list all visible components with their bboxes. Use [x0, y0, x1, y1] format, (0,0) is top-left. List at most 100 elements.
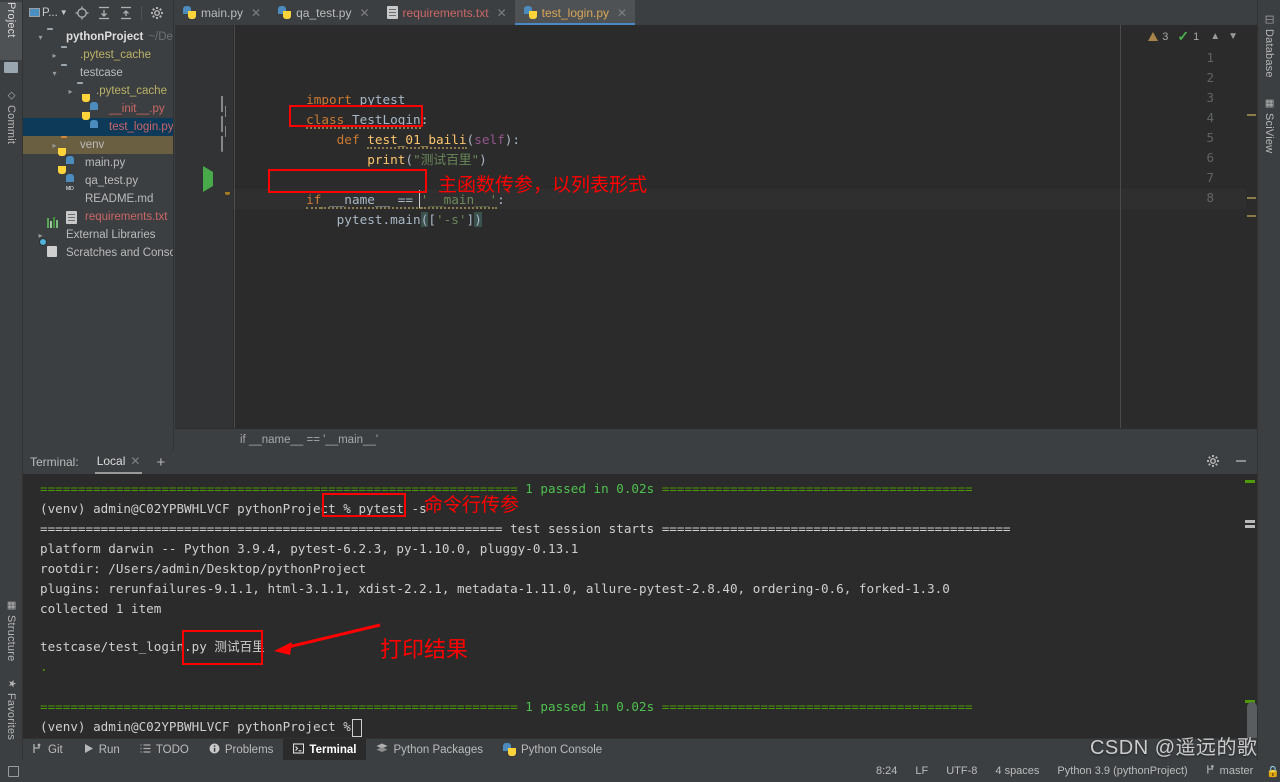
terminal-header: Terminal: Local ✕ +: [22, 450, 1258, 474]
scroll-marker[interactable]: [1247, 197, 1256, 199]
term-result-line: testcase/test_login.py 测试百里: [40, 639, 265, 654]
project-tree: pythonProject ~/De .pytest_cache testcas…: [22, 25, 173, 262]
tab-label: requirements.txt: [402, 5, 489, 20]
indent-setting[interactable]: 4 spaces: [986, 765, 1048, 777]
lock-icon[interactable]: 🔒: [1266, 765, 1280, 778]
terminal-scroll-marker[interactable]: [1245, 520, 1255, 523]
tree-node-scratches[interactable]: Scratches and Conso: [22, 238, 173, 262]
bottom-item-python-packages[interactable]: Python Packages: [366, 739, 493, 761]
markdown-file-icon: [66, 192, 81, 206]
run-gutter-icon[interactable]: [203, 166, 213, 192]
anno-result-arrow: [274, 623, 381, 655]
bottom-item-label: Python Packages: [393, 743, 483, 756]
close-icon[interactable]: ✕: [251, 6, 261, 20]
code-editor[interactable]: 1 2 3 4 5 6 7 8 import pytest class Test…: [175, 25, 1258, 428]
inspection-widget[interactable]: 3 ✓ 1 ▲ ▼: [1148, 28, 1240, 45]
terminal-title: Terminal:: [30, 455, 79, 469]
caret-position[interactable]: 8:24: [867, 765, 906, 777]
green-check-icon: ✓: [1177, 28, 1190, 44]
folder-icon: [61, 48, 76, 62]
tree-node-init-py[interactable]: __init__.py: [22, 100, 173, 118]
tree-node-qa-test-py[interactable]: qa_test.py: [22, 172, 173, 190]
terminal-icon: [293, 742, 305, 757]
scroll-marker[interactable]: [1247, 114, 1256, 116]
folder-icon: [47, 30, 62, 44]
tab-main-py[interactable]: main.py ✕: [174, 0, 269, 25]
tree-node-label: .pytest_cache: [80, 49, 151, 61]
python-console-icon: [503, 743, 516, 756]
sidebar-item-structure[interactable]: ▦ Structure: [0, 600, 22, 672]
close-icon[interactable]: ✕: [497, 6, 507, 20]
collapse-all-icon[interactable]: [115, 2, 137, 24]
term-session-header: ========================================…: [40, 521, 1011, 536]
toolbar-divider: [140, 5, 142, 20]
sidebar-item-favorites[interactable]: ★ Favorites: [0, 678, 22, 754]
file-encoding[interactable]: UTF-8: [937, 765, 986, 777]
minimize-icon[interactable]: [1234, 454, 1248, 471]
python-file-icon: [523, 6, 537, 19]
terminal-tab-local[interactable]: Local ✕: [94, 450, 143, 474]
git-branch-widget[interactable]: master: [1197, 764, 1263, 778]
editor-right-divider: [1120, 25, 1121, 428]
tree-node-testcase[interactable]: testcase: [22, 64, 173, 82]
chevron-down-icon[interactable]: ▼: [1226, 31, 1240, 42]
chevron-right-icon[interactable]: [48, 51, 61, 60]
window-icon[interactable]: [8, 765, 19, 777]
sidebar-item-database[interactable]: ◫ Database: [1258, 14, 1280, 86]
tree-node-venv[interactable]: venv: [22, 136, 173, 154]
sidebar-item-sciview[interactable]: ▦ SciView: [1258, 98, 1280, 166]
fold-marker-class[interactable]: [221, 96, 223, 112]
gear-icon[interactable]: [1206, 454, 1220, 471]
fold-marker-end[interactable]: [221, 136, 223, 152]
tree-node-pythonProject[interactable]: pythonProject ~/De: [22, 28, 173, 46]
chevron-up-icon[interactable]: ▲: [1208, 31, 1222, 42]
tree-node-readme-md[interactable]: README.md: [22, 190, 173, 208]
tab-qa-test-py[interactable]: qa_test.py ✕: [269, 0, 377, 25]
line-separator[interactable]: LF: [906, 765, 937, 777]
close-icon[interactable]: ✕: [617, 6, 627, 20]
close-icon[interactable]: ✕: [359, 6, 369, 20]
terminal-scroll-marker[interactable]: [1245, 525, 1255, 528]
bottom-item-problems[interactable]: Problems: [199, 739, 284, 761]
tree-node-testcase-pytest-cache[interactable]: .pytest_cache: [22, 82, 173, 100]
tree-node-requirements-txt[interactable]: requirements.txt: [22, 208, 173, 226]
new-terminal-button[interactable]: +: [156, 455, 165, 470]
tree-node-pytest-cache[interactable]: .pytest_cache: [22, 46, 173, 64]
bottom-item-git[interactable]: Git: [22, 739, 73, 761]
term-sep: ========================================…: [654, 699, 973, 714]
warning-count: 3: [1162, 30, 1169, 43]
fold-marker-method[interactable]: [221, 116, 223, 132]
breadcrumb[interactable]: if __name__ == '__main__': [175, 428, 1258, 450]
branch-label: master: [1219, 765, 1254, 777]
bottom-item-todo[interactable]: TODO: [130, 739, 199, 761]
settings-gear-icon[interactable]: [146, 2, 168, 24]
tab-requirements-txt[interactable]: requirements.txt ✕: [378, 0, 515, 25]
chevron-down-icon[interactable]: [34, 33, 47, 42]
bottom-item-run[interactable]: Run: [73, 739, 130, 761]
tree-node-main-py[interactable]: main.py: [22, 154, 173, 172]
tab-test-login-py[interactable]: test_login.py ✕: [514, 0, 636, 25]
close-icon[interactable]: ✕: [130, 454, 140, 468]
sidebar-item-project[interactable]: Project: [0, 2, 22, 60]
terminal-scrollbar[interactable]: [1244, 474, 1258, 744]
editor-text-area[interactable]: import pytest class TestLogin: def test_…: [233, 25, 1258, 428]
editor-gutter: [175, 25, 233, 428]
project-view-selector[interactable]: P... ▼: [26, 7, 71, 19]
sidebar-item-commit[interactable]: ◇ Commit: [0, 90, 22, 152]
chevron-right-icon[interactable]: [64, 87, 77, 96]
bottom-item-terminal[interactable]: Terminal: [283, 738, 367, 761]
bottom-item-python-console[interactable]: Python Console: [493, 739, 612, 761]
tree-node-test-login-py[interactable]: test_login.py: [22, 118, 173, 136]
code-print-call: print: [367, 152, 406, 167]
anno-result-text: 打印结果: [380, 638, 469, 663]
locate-target-icon[interactable]: [71, 2, 93, 24]
scroll-marker[interactable]: [1247, 215, 1256, 217]
terminal-scroll-marker[interactable]: [1245, 480, 1255, 483]
tree-node-label: __init__.py: [109, 103, 165, 115]
terminal-output[interactable]: ========================================…: [22, 474, 1258, 744]
term-pass-summary: 1 passed in 0.02s: [525, 481, 655, 496]
python-interpreter[interactable]: Python 3.9 (pythonProject): [1048, 765, 1196, 777]
status-bar: 8:24 LF UTF-8 4 spaces Python 3.9 (pytho…: [0, 760, 1280, 782]
expand-all-icon[interactable]: [93, 2, 115, 24]
python-file-icon: [90, 102, 105, 116]
